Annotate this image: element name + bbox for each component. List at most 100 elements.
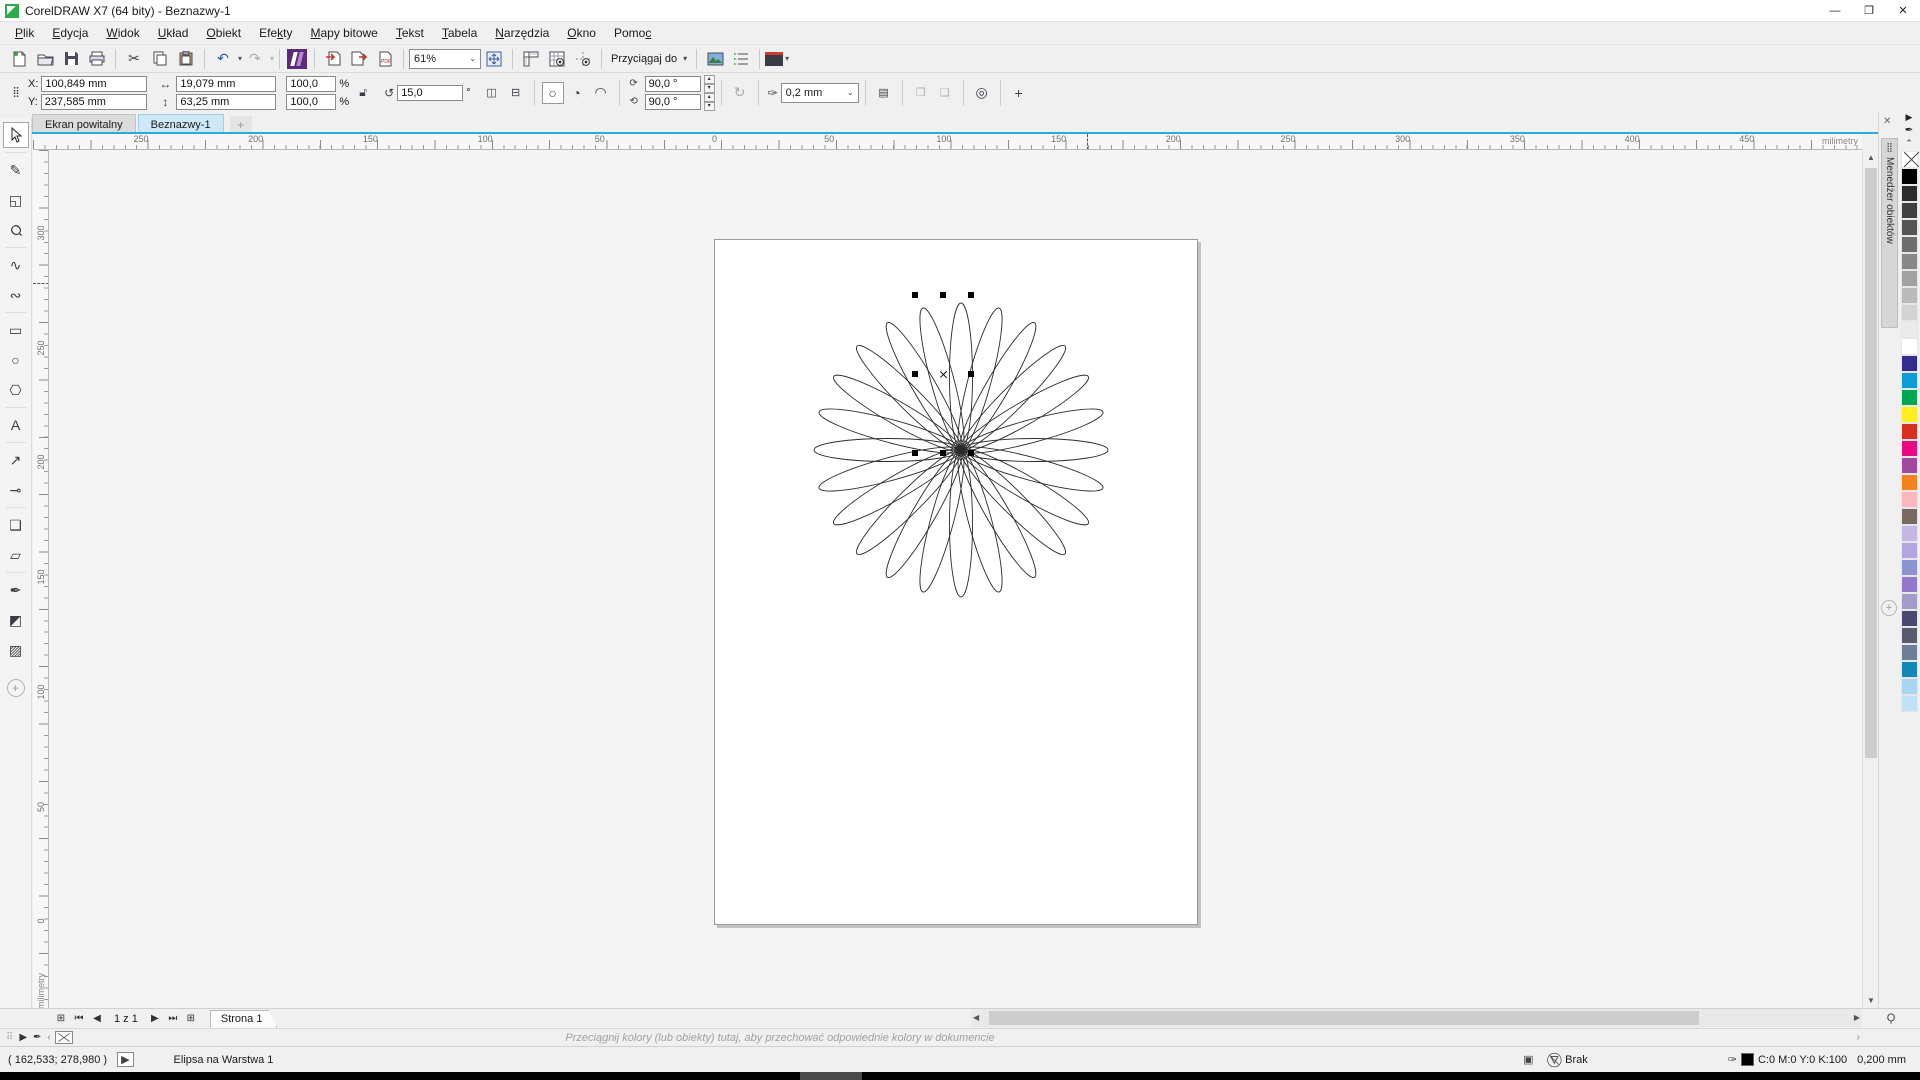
tool-polygon-tool[interactable]: ⎔ — [3, 377, 29, 403]
arc-end-spinner[interactable]: ▴▾ — [704, 93, 715, 111]
selection-handle[interactable] — [912, 292, 918, 298]
open-icon[interactable] — [33, 47, 57, 71]
status-flyout-icon[interactable]: ▶ — [117, 1052, 133, 1067]
dynamic-guides-icon[interactable] — [571, 47, 595, 71]
palette-swatch[interactable] — [1901, 253, 1918, 270]
tool-dimension-tool[interactable]: ↗ — [3, 447, 29, 473]
welcome-screen-icon[interactable] — [765, 52, 783, 66]
prev-page-icon[interactable]: ◀ — [88, 1013, 106, 1024]
to-back-icon[interactable]: ❑ — [934, 82, 956, 104]
tool-shape-tool[interactable]: ✎ — [3, 157, 29, 183]
selection-handle[interactable] — [912, 450, 918, 456]
fullscreen-preview-icon[interactable] — [482, 47, 506, 71]
to-front-icon[interactable]: ❐ — [910, 82, 932, 104]
selection-center-marker[interactable] — [939, 370, 948, 379]
menu-item-uklad[interactable]: Układ — [149, 23, 198, 43]
palette-swatch[interactable] — [1901, 695, 1918, 712]
docker-add-icon[interactable]: + — [1881, 600, 1897, 616]
navigator-zoom-icon[interactable]: Ϙ — [1862, 1009, 1920, 1027]
palette-swatch[interactable] — [1901, 627, 1918, 644]
next-page-icon[interactable]: ▶ — [146, 1013, 164, 1024]
menu-item-okno[interactable]: Okno — [558, 23, 605, 43]
palette-swatch[interactable] — [1901, 525, 1918, 542]
tool-ellipse-tool[interactable]: ○ — [3, 347, 29, 373]
tool-color-eyedropper-tool[interactable]: ✒ — [3, 577, 29, 603]
print-icon[interactable] — [85, 47, 109, 71]
tool-smart-fill-tool[interactable]: ▨ — [3, 637, 29, 663]
palette-swatch[interactable] — [1901, 270, 1918, 287]
palette-swatch[interactable] — [1901, 202, 1918, 219]
docker-close-icon[interactable]: ✕ — [1883, 116, 1891, 127]
palette-swatch[interactable] — [1901, 491, 1918, 508]
x-position-input[interactable] — [41, 76, 147, 92]
scroll-left-icon[interactable]: ◀ — [973, 1013, 979, 1022]
restore-button[interactable]: ❐ — [1852, 0, 1886, 22]
document-tab-ekran-powitalny[interactable]: Ekran powitalny — [32, 114, 136, 134]
mirror-horizontal-icon[interactable]: ◫ — [481, 82, 503, 104]
menu-item-obiekt[interactable]: Obiekt — [197, 23, 250, 43]
menu-item-mapy-bitowe[interactable]: Mapy bitowe — [301, 23, 386, 43]
add-page-after-icon[interactable]: ⊞ — [182, 1013, 200, 1024]
palette-swatch[interactable] — [1901, 610, 1918, 627]
palette-swatch[interactable] — [1901, 338, 1918, 355]
arc-mode-button[interactable]: ◠ — [590, 82, 612, 104]
palette-swatch[interactable] — [1901, 304, 1918, 321]
object-height-input[interactable] — [176, 94, 276, 110]
mirror-vertical-icon[interactable]: ⊟ — [505, 82, 527, 104]
new-document-icon[interactable] — [7, 47, 31, 71]
ellipse-mode-button[interactable]: ○ — [542, 82, 564, 104]
tool-transparency-tool[interactable]: ▱ — [3, 542, 29, 568]
arc-start-spinner[interactable]: ▴▾ — [704, 75, 715, 93]
convert-to-curves-icon[interactable]: ◎ — [971, 82, 993, 104]
paste-icon[interactable] — [174, 47, 198, 71]
options-icon[interactable] — [703, 47, 727, 71]
import-icon[interactable] — [321, 47, 345, 71]
palette-swatch-none[interactable] — [1901, 151, 1918, 168]
close-button[interactable]: ✕ — [1886, 0, 1920, 22]
palette-eyedropper-icon[interactable]: ✒ — [1898, 125, 1920, 138]
palette-swatch[interactable] — [1901, 542, 1918, 559]
palette-swatch[interactable] — [1901, 236, 1918, 253]
docpal-scroll-right-icon[interactable]: › — [1857, 1032, 1860, 1043]
page-tab[interactable]: Strona 1 — [210, 1010, 278, 1028]
horizontal-scrollbar[interactable]: ◀ ▶ — [971, 1009, 1862, 1027]
propbar-customize-plus-icon[interactable]: + — [1008, 82, 1030, 104]
palette-swatch[interactable] — [1901, 678, 1918, 695]
palette-flyout-icon[interactable]: ▶ — [1898, 112, 1920, 125]
save-icon[interactable] — [59, 47, 83, 71]
tool-artistic-media-tool[interactable]: ∾ — [3, 282, 29, 308]
drawing-canvas[interactable] — [49, 150, 1862, 1008]
palette-swatch[interactable] — [1901, 321, 1918, 338]
show-grid-icon[interactable] — [545, 47, 569, 71]
selection-handle[interactable] — [968, 292, 974, 298]
palette-swatch[interactable] — [1901, 372, 1918, 389]
menu-item-edycja[interactable]: Edycja — [43, 23, 97, 43]
palette-swatch[interactable] — [1901, 440, 1918, 457]
object-width-input[interactable] — [176, 76, 276, 92]
palette-swatch[interactable] — [1901, 406, 1918, 423]
scale-y-input[interactable] — [286, 94, 336, 110]
welcome-dropdown-icon[interactable]: ▾ — [785, 54, 789, 63]
undo-icon[interactable]: ↶ — [211, 47, 235, 71]
flower-drawing[interactable] — [796, 285, 1126, 615]
add-page-before-icon[interactable]: ⊞ — [52, 1013, 70, 1024]
docker-tab-object-manager[interactable]: ⣿ Menedżer obiektów — [1881, 138, 1898, 328]
palette-scroll-up-icon[interactable]: ⌃ — [1898, 138, 1920, 151]
palette-swatch[interactable] — [1901, 423, 1918, 440]
lock-ratio-icon[interactable]: 🔓︎ — [355, 85, 371, 100]
palette-swatch[interactable] — [1901, 474, 1918, 491]
minimize-button[interactable]: — — [1818, 0, 1852, 22]
arc-end-angle-input[interactable] — [645, 94, 701, 110]
palette-swatch[interactable] — [1901, 593, 1918, 610]
horizontal-scrollbar-thumb[interactable] — [989, 1011, 1699, 1025]
outline-width-select[interactable]: 0,2 mm⌄ — [781, 83, 859, 103]
undo-dropdown-icon[interactable]: ▾ — [238, 54, 242, 63]
customize-icon[interactable] — [729, 47, 753, 71]
tool-text-tool[interactable]: A — [3, 412, 29, 438]
selection-handle[interactable] — [940, 450, 946, 456]
redo-icon[interactable]: ↷ — [243, 47, 267, 71]
palette-swatch[interactable] — [1901, 508, 1918, 525]
copy-icon[interactable] — [148, 47, 172, 71]
menu-item-tekst[interactable]: Tekst — [387, 23, 433, 43]
document-tab-beznazwy-1[interactable]: Beznazwy-1 — [138, 114, 224, 134]
